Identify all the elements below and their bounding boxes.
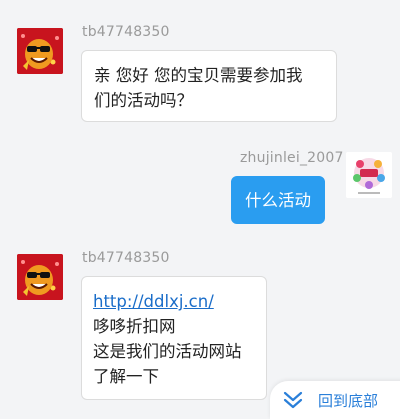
- scroll-to-bottom-button[interactable]: 回到底部: [270, 381, 400, 419]
- sender-avatar[interactable]: [17, 254, 63, 300]
- shop-logo-avatar-icon: [346, 152, 392, 198]
- message-text-line: 这是我们的活动网站: [93, 342, 242, 361]
- message-bubble[interactable]: 亲 您好 您的宝贝需要参加我 们的活动吗？: [81, 50, 337, 122]
- message-bubble[interactable]: 什么活动: [231, 176, 325, 224]
- sender-name: tb47748350: [82, 250, 170, 266]
- emoji-sunglasses-avatar-icon: [17, 28, 63, 74]
- sender-avatar[interactable]: [17, 28, 63, 74]
- self-avatar[interactable]: [346, 152, 392, 198]
- message-text-line: 哆哆折扣网: [93, 317, 176, 336]
- scroll-to-bottom-label: 回到底部: [318, 391, 379, 410]
- sender-name: zhujinlei_2007: [240, 150, 344, 166]
- double-chevron-down-icon: [283, 391, 303, 409]
- message-text-line: 了解一下: [93, 367, 159, 386]
- message-text-line: 们的活动吗？: [94, 91, 193, 110]
- sender-name: tb47748350: [82, 24, 170, 40]
- message-link[interactable]: http://ddlxj.cn/: [93, 289, 255, 314]
- message-text-line: 亲 您好 您的宝贝需要参加我: [94, 66, 303, 85]
- emoji-sunglasses-avatar-icon: [17, 254, 63, 300]
- message-text-line: 什么活动: [245, 191, 311, 210]
- message-bubble[interactable]: http://ddlxj.cn/ 哆哆折扣网 这是我们的活动网站 了解一下: [81, 276, 267, 400]
